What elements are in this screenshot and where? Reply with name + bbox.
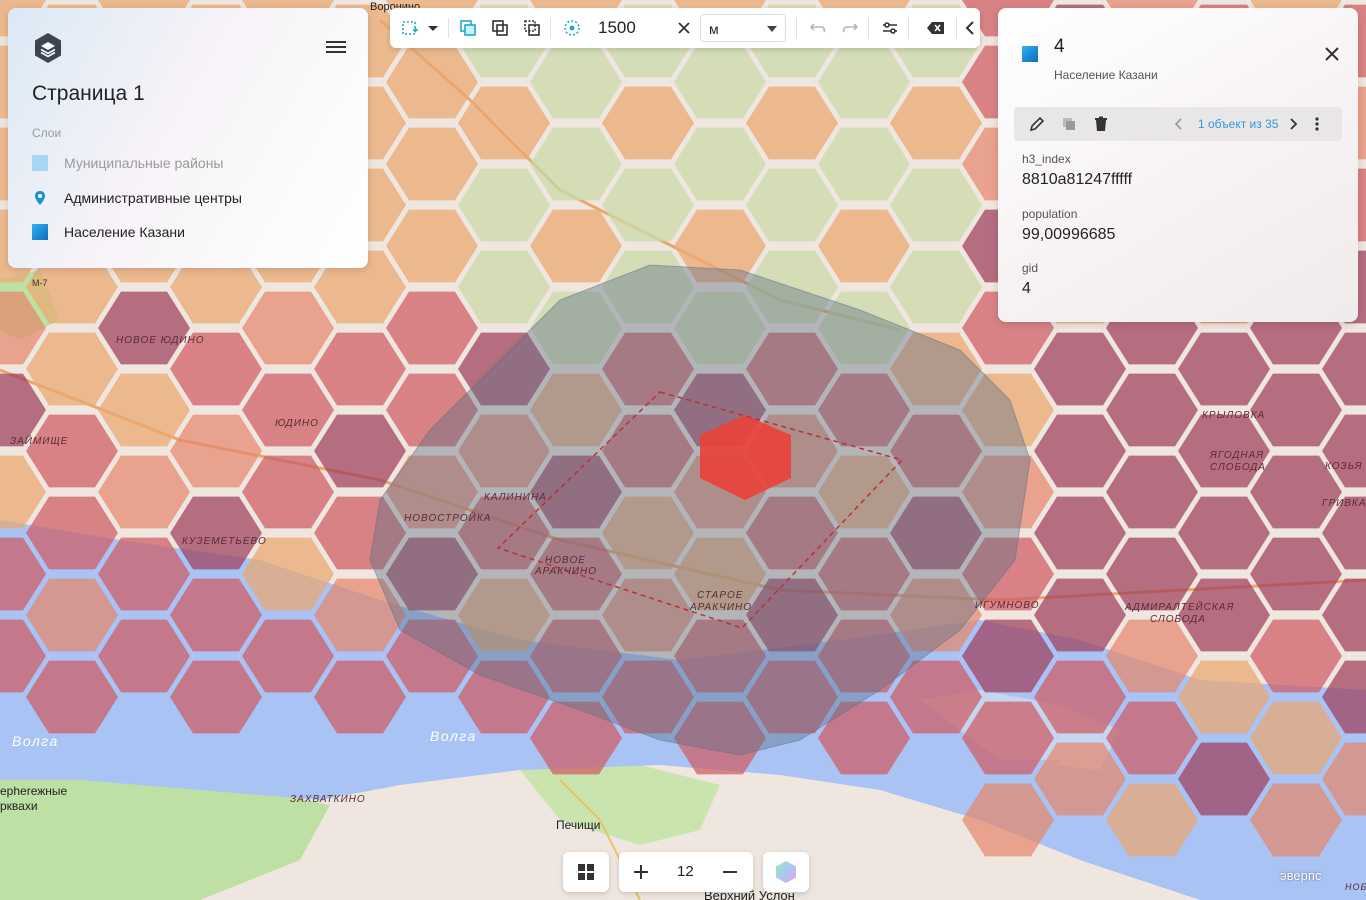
layer-label: Население Казани <box>64 224 185 240</box>
map-label: СЛОБОДА <box>1210 462 1266 473</box>
map-label: ЗАЙМИЩЕ <box>10 434 68 447</box>
map-label: ГРИВКА <box>1322 498 1366 509</box>
map-label: ЮДИНО <box>275 418 319 429</box>
intersect-icon[interactable] <box>490 18 510 38</box>
map-label: рквахи <box>0 799 38 813</box>
select-rectangle-icon[interactable] <box>400 18 420 38</box>
chevron-left-icon[interactable] <box>1172 115 1186 133</box>
map-label: КРЫЛОВКА <box>1202 410 1265 421</box>
layer-item-municipal-districts[interactable]: Муниципальные районы <box>32 152 223 174</box>
map-label: СТАРОЕ <box>697 590 743 601</box>
map-label: ИГУМНОВО <box>975 600 1040 611</box>
style-hexagon-button[interactable] <box>763 852 809 892</box>
map-label: СЛОБОДА <box>1150 614 1206 625</box>
zoom-in-plus-icon[interactable] <box>633 864 649 880</box>
map-label: ерherежные <box>0 784 68 798</box>
zoom-control: 12 <box>619 852 753 892</box>
map-label: ЯГОДНАЯ <box>1209 450 1264 461</box>
hexagon-gradient-icon <box>776 861 796 883</box>
buffer-icon[interactable] <box>562 18 582 38</box>
union-icon[interactable] <box>458 18 478 38</box>
watermark-logo: эверпс <box>1280 868 1322 883</box>
polygon-layer-icon <box>32 224 48 240</box>
map-label: Печищи <box>556 818 600 832</box>
chevron-left-icon[interactable] <box>962 18 978 38</box>
map-label: Волга <box>430 728 477 744</box>
map-label: АРАКЧИНО <box>534 566 597 577</box>
difference-icon[interactable] <box>522 18 542 38</box>
feature-info-panel: 4 Население Казани 1 объект из 35 h3_ind… <box>998 8 1358 322</box>
layer-item-kazan-population[interactable]: Население Казани <box>32 221 185 243</box>
chevron-down-icon <box>767 26 777 32</box>
undo-icon[interactable] <box>808 18 828 38</box>
buffer-distance-input[interactable]: 1500 <box>598 18 636 38</box>
page-title: Страница 1 <box>32 82 145 105</box>
map-pin-icon <box>35 191 45 205</box>
close-icon[interactable] <box>1324 46 1340 62</box>
feature-counter[interactable]: 1 объект из 35 <box>1198 117 1278 131</box>
polygon-layer-icon <box>1022 46 1038 62</box>
feature-layer-name: Население Казани <box>1054 68 1158 82</box>
map-toolbar: 1500 м <box>390 8 980 48</box>
feature-actions-bar: 1 объект из 35 <box>1014 107 1342 141</box>
basemap-grid-button[interactable] <box>563 852 609 892</box>
attribute-value: 4 <box>1022 280 1031 297</box>
map-label: ЗАХВАТКИНО <box>290 794 366 805</box>
copy-icon[interactable] <box>1060 115 1078 133</box>
chevron-right-icon[interactable] <box>1286 115 1300 133</box>
layers-panel: Страница 1 Слои Муниципальные районы Адм… <box>8 8 368 268</box>
attribute-value: 8810a81247fffff <box>1022 171 1133 188</box>
polygon-layer-icon <box>32 155 48 171</box>
map-label: АДМИРАЛТЕЙСКАЯ <box>1124 600 1234 613</box>
zoom-out-minus-icon[interactable] <box>722 864 738 880</box>
attribute-key: population <box>1022 207 1078 221</box>
layer-label: Административные центры <box>64 190 242 206</box>
map-label: НОБ <box>1345 882 1366 892</box>
layer-label: Муниципальные районы <box>64 155 224 171</box>
feature-title: 4 <box>1054 36 1065 57</box>
delete-backspace-icon[interactable] <box>926 18 946 38</box>
redo-icon[interactable] <box>840 18 860 38</box>
grid-icon <box>578 864 594 880</box>
menu-hamburger-icon[interactable] <box>326 38 346 56</box>
attribute-value: 99,00996685 <box>1022 226 1116 243</box>
map-label: НОВОЕ ЮДИНО <box>116 335 205 346</box>
layers-heading: Слои <box>32 126 62 140</box>
map-label: НОВОЕ <box>545 555 586 566</box>
layer-item-admin-centers[interactable]: Административные центры <box>32 187 242 209</box>
map-label: АРАКЧИНО <box>689 602 752 613</box>
trash-icon[interactable] <box>1092 115 1110 133</box>
map-label: Волга <box>12 733 59 749</box>
chevron-down-icon[interactable] <box>426 18 440 38</box>
map-label: КАЛИНИНА <box>484 492 547 503</box>
unit-select[interactable]: м <box>700 14 786 42</box>
map-label: КУЗЕМЕТЬЕВО <box>182 536 267 547</box>
more-vertical-icon[interactable] <box>1310 115 1324 133</box>
edit-pencil-icon[interactable] <box>1028 115 1046 133</box>
unit-select-value: м <box>709 21 719 37</box>
map-label: НОВОСТРОЙКА <box>404 511 491 524</box>
zoom-level: 12 <box>677 863 694 880</box>
attribute-key: h3_index <box>1022 152 1071 166</box>
app-logo-icon[interactable] <box>32 32 64 64</box>
attribute-key: gid <box>1022 261 1039 275</box>
map-label: М-7 <box>32 278 48 288</box>
clear-close-icon[interactable] <box>674 18 694 38</box>
map-label: КОЗЬЯ <box>1325 461 1363 472</box>
settings-sliders-icon[interactable] <box>880 18 900 38</box>
